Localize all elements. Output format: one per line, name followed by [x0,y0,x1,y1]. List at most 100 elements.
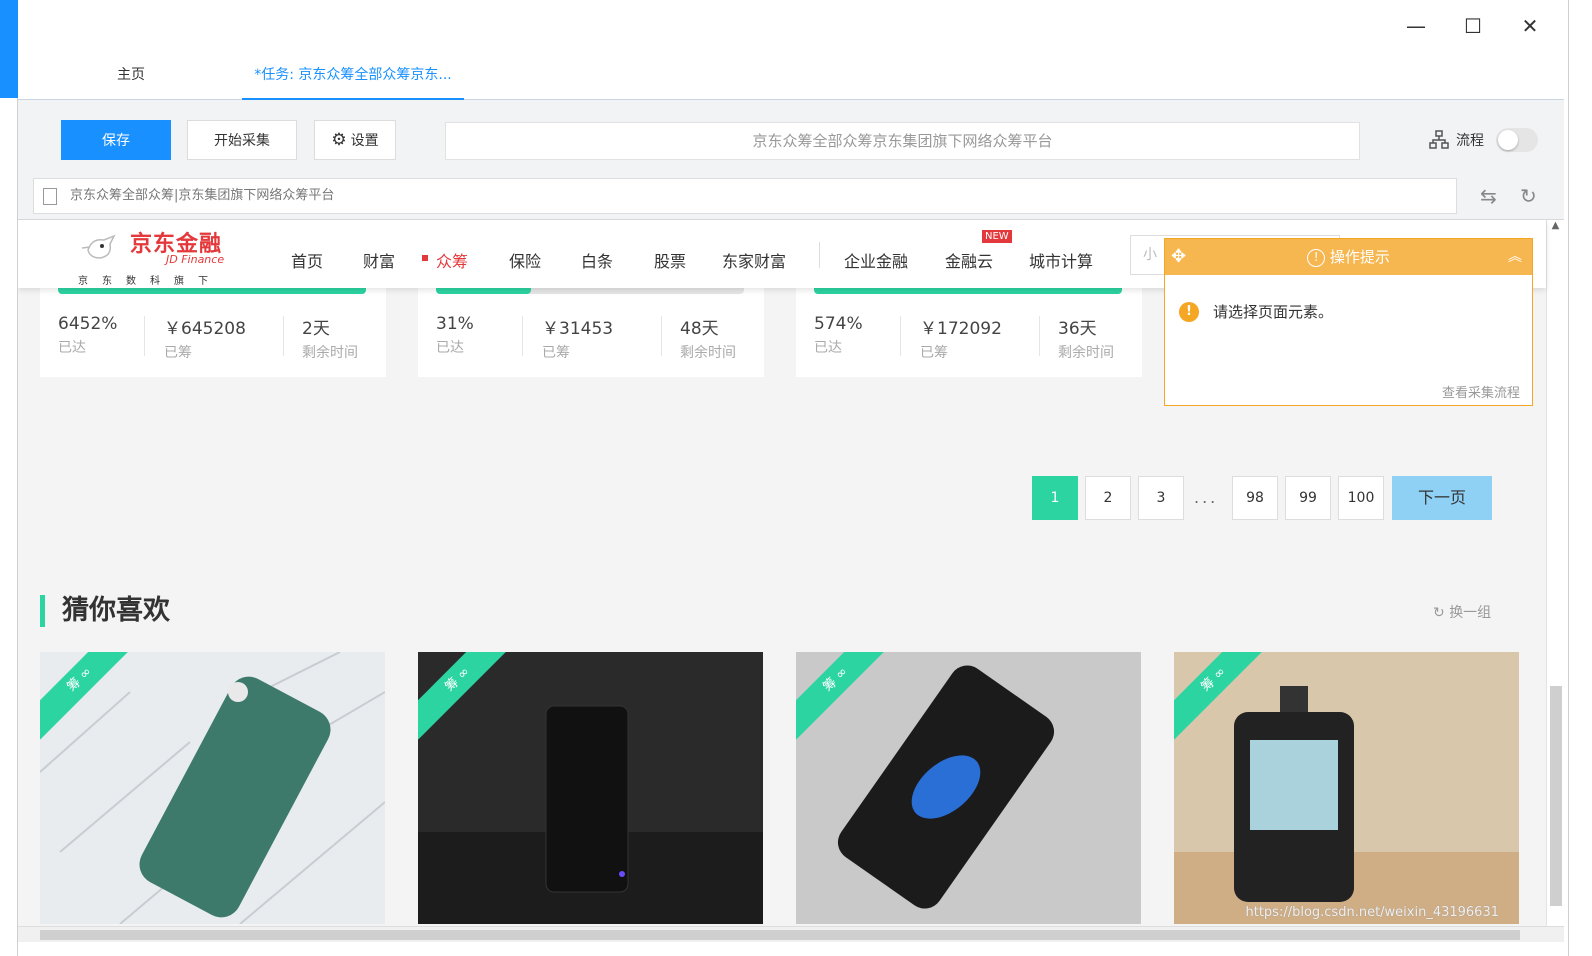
stat-label: 已筹 [542,345,570,361]
product-card[interactable]: 筹 ∞ [40,652,385,924]
site-nav-dongjia[interactable]: 东家财富 [722,248,786,272]
site-nav-enterprise[interactable]: 企业金融 [844,248,908,272]
background-window-strip [0,0,18,956]
stat-value: ￥172092 [920,319,1002,339]
title-bar: — ☐ ✕ [18,0,1564,54]
tab-home[interactable]: 主页 [88,64,174,100]
page-button[interactable]: 98 [1232,476,1278,520]
stat-label: 已达 [436,340,464,356]
stat-divider [283,316,284,356]
save-button[interactable]: 保存 [61,120,171,160]
maximize-button[interactable]: ☐ [1458,14,1488,38]
scrollbar-thumb[interactable] [1550,686,1562,906]
page-ellipsis: ... [1194,488,1219,507]
page-button[interactable]: 3 [1138,476,1184,520]
stat-value: ￥31453 [542,319,614,339]
vertical-scrollbar[interactable]: ▲ [1546,220,1564,926]
horizontal-scrollbar[interactable] [18,926,1564,942]
page-button[interactable]: 2 [1085,476,1131,520]
url-input[interactable]: 京东众筹全部众筹|京东集团旗下网络众筹平台 [33,178,1457,214]
project-card[interactable]: 574% 已达 ￥172092 已筹 36天 剩余时间 [796,282,1142,377]
product-card[interactable]: 筹 ∞ https://blog.csdn.net/weixin_4319663… [1174,652,1519,924]
product-card[interactable]: 筹 ∞ [796,652,1141,924]
refresh-icon: ↻ [1433,605,1445,621]
settings-button[interactable]: ⚙ 设置 [314,120,396,160]
stat-value: 2天 [302,319,330,339]
page-button[interactable]: 1 [1032,476,1078,520]
stat-value: 574% [814,314,863,334]
stat-divider [900,316,901,356]
minimize-button[interactable]: — [1401,14,1431,38]
stat-value: ￥645208 [164,319,246,339]
site-nav-stocks[interactable]: 股票 [654,248,686,272]
swap-icon[interactable]: ⇆ [1480,184,1497,208]
stat-value: 36天 [1058,319,1097,339]
collapse-icon[interactable]: ︽ [1508,239,1522,275]
logo-tagline: 京东数科旗下 [78,276,222,287]
next-page-button[interactable]: 下一页 [1392,476,1492,520]
flowchart-icon [1429,130,1449,149]
page-icon [43,188,57,205]
product-image [1174,686,1519,924]
site-nav-cloud[interactable]: 金融云 [945,248,993,272]
task-title-field[interactable]: 京东众筹全部众筹京东集团旗下网络众筹平台 [445,122,1360,160]
flow-toggle[interactable] [1496,128,1538,152]
close-button[interactable]: ✕ [1515,14,1545,38]
section-title: 猜你喜欢 [40,595,170,627]
site-nav-home[interactable]: 首页 [291,248,323,272]
stat-value: 31% [436,314,474,334]
stat-divider [522,316,523,356]
refresh-label: 换一组 [1449,605,1492,621]
start-collect-button[interactable]: 开始采集 [187,120,297,160]
tip-message-row: ! 请选择页面元素。 [1179,301,1333,322]
logo-subtitle: JD Finance [166,253,225,266]
info-icon: ! [1307,248,1326,267]
settings-label: 设置 [350,133,379,149]
stat-divider [661,316,662,356]
gear-icon: ⚙ [331,130,347,150]
app-window: — ☐ ✕ 主页 *任务: 京东众筹全部众筹京东... 保存 开始采集 ⚙ 设置… [18,0,1564,956]
site-nav-wealth[interactable]: 财富 [363,248,395,272]
site-nav-insurance[interactable]: 保险 [509,248,541,272]
warning-icon: ! [1179,301,1199,322]
flow-toggle-group: 流程 [1428,128,1538,152]
product-image [837,665,1055,909]
reload-icon[interactable]: ↻ [1520,184,1537,208]
background-window-strip-right [1568,0,1592,956]
move-icon[interactable]: ✥ [1171,239,1186,275]
product-image [418,705,763,924]
watermark-text: https://blog.csdn.net/weixin_43196631 [1245,905,1499,920]
jd-dog-logo-icon [82,234,116,259]
page-button[interactable]: 100 [1338,476,1384,520]
site-nav-city[interactable]: 城市计算 [1029,248,1093,272]
stat-divider [1039,316,1040,356]
product-card[interactable]: 筹 ∞ [418,652,763,924]
page-button[interactable]: 99 [1285,476,1331,520]
url-text: 京东众筹全部众筹|京东集团旗下网络众筹平台 [70,188,335,203]
tip-header[interactable]: ✥ ! 操作提示 ︽ [1165,239,1532,275]
address-bar: 京东众筹全部众筹|京东集团旗下网络众筹平台 ⇆ ↻ [18,178,1564,220]
stat-label: 剩余时间 [680,345,736,361]
scrollbar-thumb[interactable] [40,930,1520,940]
stat-divider [144,316,145,356]
scroll-up-icon[interactable]: ▲ [1547,220,1564,231]
operation-tip-panel: ✥ ! 操作提示 ︽ ! 请选择页面元素。 查看采集流程 [1164,238,1533,406]
site-nav-crowdfunding[interactable]: 众筹 [421,248,468,272]
stat-label: 已筹 [920,345,948,361]
stat-label: 剩余时间 [302,345,358,361]
project-card[interactable]: 6452% 已达 ￥645208 已筹 2天 剩余时间 [40,282,386,377]
new-badge: NEW [982,230,1012,243]
toolbar: 保存 开始采集 ⚙ 设置 京东众筹全部众筹京东集团旗下网络众筹平台 流程 [18,100,1564,178]
site-nav-baitiao[interactable]: 白条 [581,248,613,272]
stat-label: 剩余时间 [1058,345,1114,361]
background-window-accent [0,0,18,98]
refresh-group-button[interactable]: ↻ 换一组 [1433,602,1491,622]
stat-value: 6452% [58,314,118,334]
tab-bar: 主页 *任务: 京东众筹全部众筹京东... [18,54,1564,100]
tab-task[interactable]: *任务: 京东众筹全部众筹京东... [242,64,464,100]
flow-label: 流程 [1456,133,1484,149]
product-image [40,652,385,924]
tip-title: 操作提示 [1329,248,1390,266]
view-flow-link[interactable]: 查看采集流程 [1442,382,1520,401]
project-card[interactable]: 31% 已达 ￥31453 已筹 48天 剩余时间 [418,282,764,377]
